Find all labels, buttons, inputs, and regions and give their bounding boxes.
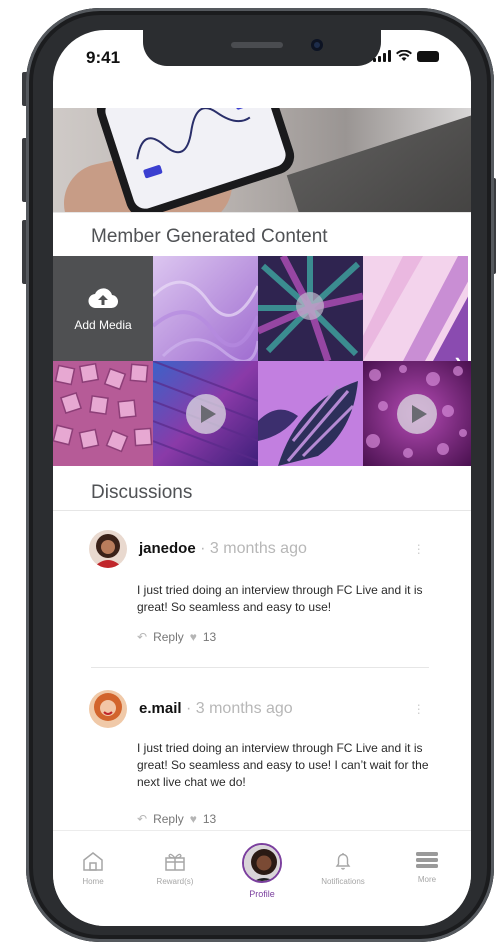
gift-icon: [165, 853, 185, 871]
add-media-label: Add Media: [74, 317, 132, 332]
cloud-upload-icon: [88, 287, 118, 308]
nav-home[interactable]: Home: [53, 851, 133, 886]
like-count: 13: [202, 630, 217, 644]
notch: [143, 30, 381, 66]
bell-icon: [335, 853, 351, 870]
nav-notifications-label: Notifications: [321, 877, 365, 886]
profile-avatar[interactable]: [242, 843, 282, 883]
nav-more-label: More: [417, 875, 437, 884]
home-icon: [83, 852, 103, 871]
nav-more[interactable]: More: [387, 851, 467, 884]
reply-icon[interactable]: ↶: [137, 630, 147, 644]
member-content-title: Member Generated Content: [91, 226, 328, 247]
nav-rewards-label: Reward(s): [156, 877, 194, 886]
nav-profile-label: Profile: [249, 889, 275, 899]
chevron-right-icon[interactable]: ›: [455, 348, 462, 361]
comment-actions: ↶ Reply ♥ 13: [137, 812, 216, 826]
speaker-grille: [231, 42, 283, 48]
reply-button[interactable]: Reply: [153, 812, 184, 826]
front-camera: [311, 39, 323, 51]
media-tile-monstera-leaf[interactable]: [258, 361, 363, 466]
app-screen: 9:41 Member Generated Content Add Media …: [53, 30, 471, 926]
bottom-navigation: Home Reward(s) Profile Notifications Mor…: [53, 830, 471, 926]
avatar[interactable]: [89, 690, 127, 728]
heart-icon[interactable]: ♥: [190, 812, 197, 826]
comment-author[interactable]: e.mail · 3 months ago: [139, 700, 293, 718]
comment-text: I just tried doing an interview through …: [137, 741, 429, 789]
nav-profile[interactable]: Profile: [222, 843, 302, 899]
wifi-icon: [396, 50, 412, 61]
comment-timestamp: · 3 months ago: [195, 540, 307, 557]
hero-banner: [53, 108, 471, 212]
comment-actions: ↶ Reply ♥ 13: [137, 630, 216, 644]
username[interactable]: janedoe: [139, 540, 196, 557]
hero-phone-image: [92, 108, 299, 212]
nav-home-label: Home: [82, 877, 104, 886]
more-options-icon[interactable]: · · ·: [416, 697, 421, 719]
status-time: 9:41: [86, 48, 121, 67]
media-tile-building-video[interactable]: [153, 361, 258, 466]
nav-notifications[interactable]: Notifications: [303, 851, 383, 886]
more-options-icon[interactable]: · · ·: [416, 537, 421, 559]
play-icon[interactable]: [185, 393, 226, 434]
media-grid: Add Media ›: [53, 256, 471, 466]
battery-icon: [417, 50, 439, 62]
comment-timestamp: · 3 months ago: [181, 700, 293, 717]
reply-button[interactable]: Reply: [153, 630, 184, 644]
like-count: 13: [202, 812, 217, 826]
add-media-button[interactable]: Add Media: [53, 256, 153, 361]
discussions-title: Discussions: [91, 482, 193, 503]
comment-text: I just tried doing an interview through …: [137, 583, 423, 614]
comment-author[interactable]: janedoe · 3 months ago: [139, 540, 307, 558]
reply-icon[interactable]: ↶: [137, 812, 147, 826]
play-icon[interactable]: [397, 393, 437, 434]
nav-rewards[interactable]: Reward(s): [135, 851, 215, 886]
signal-icon: [373, 50, 391, 62]
avatar[interactable]: [89, 530, 127, 568]
status-icons: [373, 50, 439, 62]
media-tile-pink-stripes[interactable]: ›: [363, 256, 468, 361]
media-tile-pink-blocks[interactable]: [53, 361, 153, 466]
menu-icon: [416, 852, 438, 868]
media-tile-tropical-leaves[interactable]: [258, 256, 363, 361]
media-tile-purple-silk[interactable]: [153, 256, 258, 361]
username[interactable]: e.mail: [139, 700, 182, 717]
media-tile-bubbles-video[interactable]: [363, 361, 471, 466]
heart-icon[interactable]: ♥: [190, 630, 197, 644]
status-bar: 9:41: [53, 30, 471, 90]
